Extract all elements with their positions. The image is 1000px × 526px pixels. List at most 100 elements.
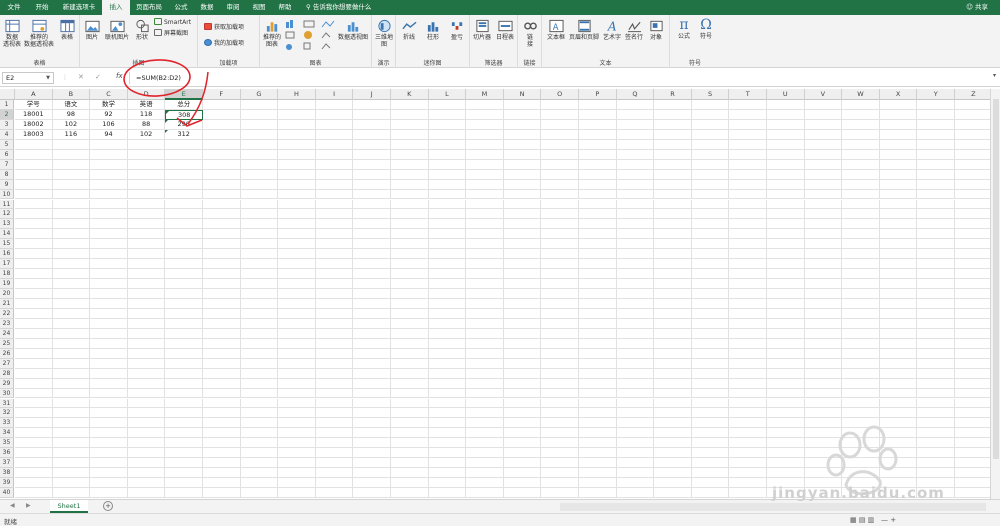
cell-a27[interactable] [15,358,53,369]
tab-home[interactable]: 开始 [28,0,56,15]
cell-x13[interactable] [879,219,918,230]
cell-g37[interactable] [240,458,279,469]
cell-u21[interactable] [767,299,805,309]
cell-v1[interactable] [804,100,843,110]
cell-y19[interactable] [917,279,955,290]
cell-a31[interactable] [15,398,53,409]
cell-k34[interactable] [391,428,429,439]
cell-k4[interactable] [391,129,429,140]
cell-w19[interactable] [842,279,880,290]
cell-f37[interactable] [203,458,241,469]
cell-p18[interactable] [579,269,617,280]
cell-t17[interactable] [729,259,767,270]
cell-h31[interactable] [278,398,316,409]
cell-z12[interactable] [955,209,990,220]
cell-w14[interactable] [842,229,880,240]
cell-g22[interactable] [240,308,279,319]
cell-l33[interactable] [428,418,467,429]
cell-l14[interactable] [428,229,467,240]
cell-x16[interactable] [879,249,918,260]
cell-h40[interactable] [278,488,316,498]
cell-p32[interactable] [579,408,617,419]
cell-a7[interactable] [15,159,53,170]
cell-z13[interactable] [955,219,990,230]
cell-i13[interactable] [315,219,354,230]
shapes-button[interactable]: 形状 [134,19,150,41]
cell-f38[interactable] [203,468,241,479]
cell-j18[interactable] [353,269,391,280]
cell-z22[interactable] [955,309,990,319]
cell-k15[interactable] [391,239,429,250]
cell-g21[interactable] [240,299,279,309]
cell-p27[interactable] [579,358,617,369]
cell-t36[interactable] [729,448,767,459]
cell-c40[interactable] [90,488,128,498]
cell-w27[interactable] [842,358,880,369]
cell-w20[interactable] [842,289,880,299]
cell-n16[interactable] [503,249,542,260]
cell-c22[interactable] [90,308,128,319]
cell-h39[interactable] [278,478,316,489]
cell-q9[interactable] [616,179,655,190]
cell-c34[interactable] [90,428,128,439]
cell-u23[interactable] [767,318,805,329]
cell-m7[interactable] [466,159,504,170]
cell-t6[interactable] [729,149,767,160]
cell-s33[interactable] [691,418,730,429]
cell-u26[interactable] [767,348,805,359]
cell-t15[interactable] [729,239,767,250]
cell-v25[interactable] [804,338,843,349]
cell-h5[interactable] [278,139,316,150]
cell-k5[interactable] [391,139,429,150]
cell-x23[interactable] [879,318,918,329]
cell-d4[interactable]: 102 [127,129,166,140]
cell-l8[interactable] [428,169,467,180]
cell-t23[interactable] [729,318,767,329]
cell-g30[interactable] [240,388,279,399]
cell-x7[interactable] [879,159,918,170]
cell-e6[interactable] [165,149,203,160]
cell-h32[interactable] [278,408,316,419]
column-header-b[interactable]: B [52,89,91,100]
cell-z24[interactable] [955,329,990,339]
cell-f8[interactable] [203,169,241,180]
cell-l16[interactable] [428,249,467,260]
cell-w12[interactable] [842,209,880,220]
cell-w1[interactable] [842,100,880,110]
cell-u25[interactable] [767,338,805,349]
cell-f35[interactable] [203,438,241,449]
next-sheet-icon[interactable]: ▶ [26,502,31,509]
cell-y21[interactable] [917,299,955,309]
cell-j22[interactable] [353,308,391,319]
row-header-15[interactable]: 15 [0,239,14,250]
cell-o11[interactable] [541,199,579,210]
row-header-38[interactable]: 38 [0,468,14,479]
symbol-button[interactable]: Ω 符号 [696,17,716,40]
cell-d37[interactable] [127,458,166,469]
cell-h34[interactable] [278,428,316,439]
cell-d18[interactable] [127,269,166,280]
cell-c31[interactable] [90,398,128,409]
cell-p14[interactable] [579,229,617,240]
cell-h36[interactable] [278,448,316,459]
cell-x11[interactable] [879,199,918,210]
cell-h15[interactable] [278,239,316,250]
cell-u4[interactable] [767,129,805,140]
cell-u2[interactable] [767,109,805,120]
cell-z4[interactable] [955,130,990,140]
column-header-t[interactable]: T [729,89,767,100]
cell-j6[interactable] [353,149,391,160]
cell-b8[interactable] [52,169,91,180]
cell-r34[interactable] [654,428,692,439]
cell-j38[interactable] [353,468,391,479]
cell-s13[interactable] [691,219,730,230]
cell-b14[interactable] [52,229,91,240]
header-footer-button[interactable]: 页眉和页脚 [568,19,600,41]
cell-a38[interactable] [15,468,53,479]
cell-i39[interactable] [315,478,354,489]
cell-g24[interactable] [240,328,279,339]
cell-p9[interactable] [579,179,617,190]
cell-p8[interactable] [579,169,617,180]
cell-j15[interactable] [353,239,391,250]
cell-r17[interactable] [654,259,692,270]
